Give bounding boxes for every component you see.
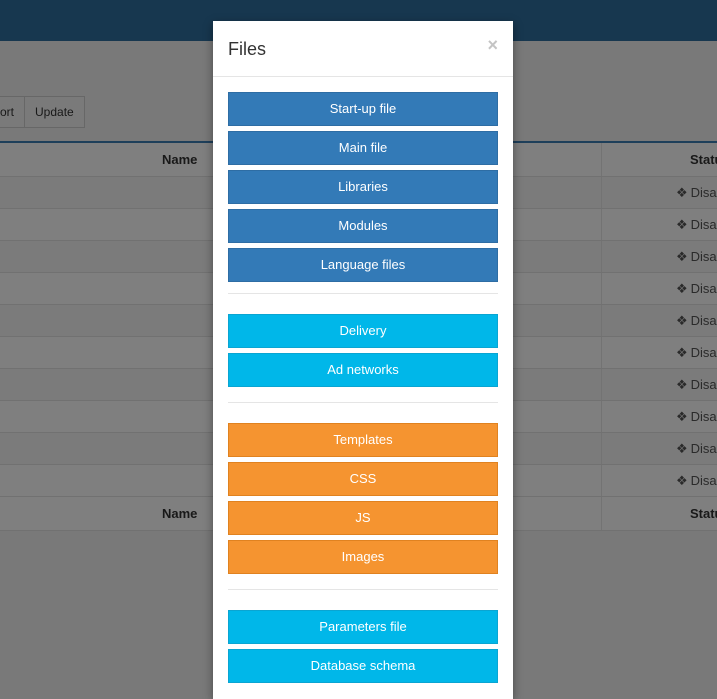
start-up-file-button[interactable]: Start-up file (228, 92, 498, 126)
templates-button[interactable]: Templates (228, 423, 498, 457)
group-separator (228, 402, 498, 403)
main-file-button[interactable]: Main file (228, 131, 498, 165)
group-separator (228, 293, 498, 294)
modules-button[interactable]: Modules (228, 209, 498, 243)
css-button[interactable]: CSS (228, 462, 498, 496)
libraries-button[interactable]: Libraries (228, 170, 498, 204)
language-files-button[interactable]: Language files (228, 248, 498, 282)
ad-networks-button[interactable]: Ad networks (228, 353, 498, 387)
images-button[interactable]: Images (228, 540, 498, 574)
modal-title: Files (228, 39, 267, 59)
modal-header: Files × (213, 21, 513, 77)
modal-body: Start-up file Main file Libraries Modules La… (213, 77, 513, 683)
database-schema-button[interactable]: Database schema (228, 649, 498, 683)
delivery-button[interactable]: Delivery (228, 314, 498, 348)
js-button[interactable]: JS (228, 501, 498, 535)
files-modal: Files × Start-up file Main file Libraries M… (213, 21, 513, 699)
close-icon[interactable]: × (487, 35, 498, 56)
group-separator (228, 589, 498, 590)
parameters-file-button[interactable]: Parameters file (228, 610, 498, 644)
